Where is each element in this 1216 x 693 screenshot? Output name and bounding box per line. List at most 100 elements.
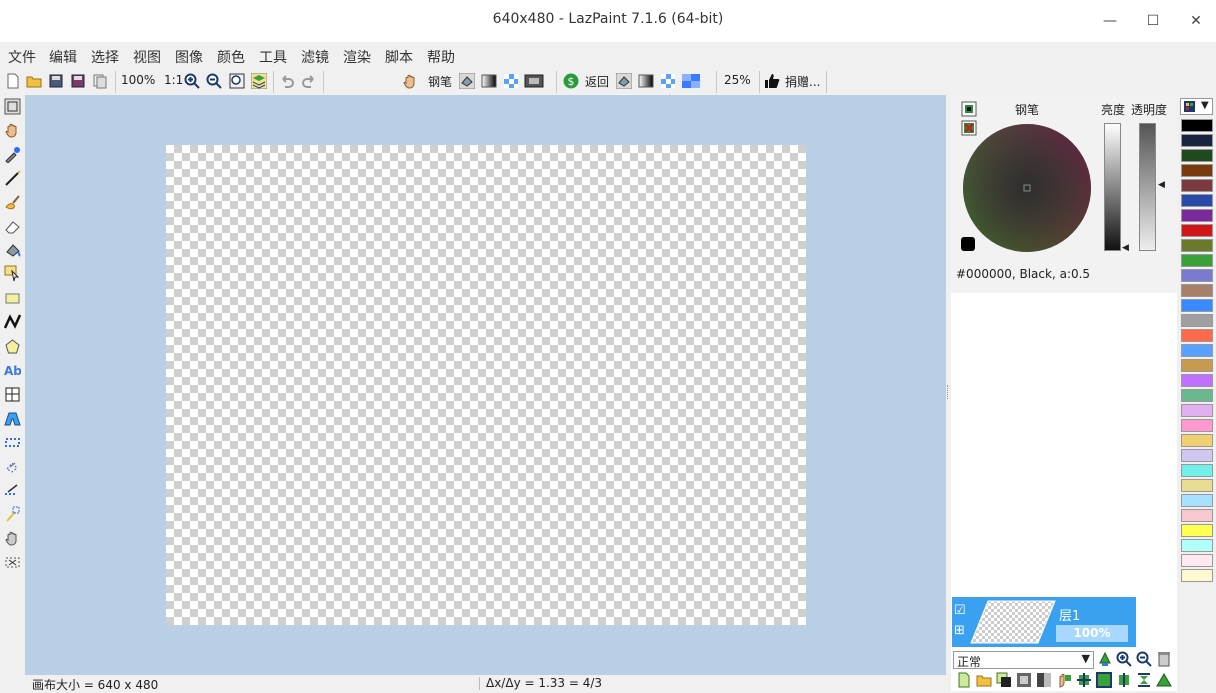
rotate-layer-icon[interactable] bbox=[1076, 672, 1092, 688]
menu-tools[interactable]: 工具 bbox=[259, 47, 287, 67]
palette-swatch[interactable] bbox=[1181, 149, 1213, 162]
menu-image[interactable]: 图像 bbox=[175, 47, 203, 67]
palette-swatch[interactable] bbox=[1181, 389, 1213, 402]
flip-horizontal-icon[interactable] bbox=[1096, 672, 1112, 688]
image-canvas[interactable] bbox=[166, 145, 806, 625]
polygon-tool-icon[interactable] bbox=[4, 338, 21, 355]
shape-icon[interactable] bbox=[524, 73, 544, 89]
text-tool-icon[interactable]: Ab bbox=[4, 362, 21, 379]
menu-help[interactable]: 帮助 bbox=[427, 47, 455, 67]
layer-grid-icon[interactable]: ⊞ bbox=[954, 623, 965, 638]
palette-menu-button[interactable]: ▼ bbox=[1180, 98, 1213, 115]
palette-swatch[interactable] bbox=[1181, 284, 1213, 297]
palette-swatch[interactable] bbox=[1181, 254, 1213, 267]
color-wheel[interactable] bbox=[962, 123, 1092, 253]
palette-swatch[interactable] bbox=[1181, 329, 1213, 342]
palette-swatch[interactable] bbox=[1181, 374, 1213, 387]
palette-swatch[interactable] bbox=[1181, 299, 1213, 312]
menu-render[interactable]: 渲染 bbox=[343, 47, 371, 67]
layer-mask-icon[interactable] bbox=[1056, 672, 1072, 688]
palette-swatch[interactable] bbox=[1181, 359, 1213, 372]
eraser-tool-icon[interactable] bbox=[4, 218, 21, 235]
select-hand-tool-icon[interactable] bbox=[4, 530, 21, 547]
select-brush-tool-icon[interactable] bbox=[4, 506, 21, 523]
minimize-button[interactable]: — bbox=[1099, 10, 1121, 32]
palette-swatch[interactable] bbox=[1181, 119, 1213, 132]
palette-swatch[interactable] bbox=[1181, 134, 1213, 147]
gradient-icon[interactable] bbox=[481, 73, 497, 89]
hand-icon[interactable] bbox=[402, 73, 418, 89]
fill-pen-icon[interactable] bbox=[459, 73, 475, 89]
deselect-tool-icon[interactable] bbox=[4, 554, 21, 571]
magic-wand-select-icon[interactable] bbox=[4, 458, 21, 475]
blend-mode-select[interactable]: 正常 ▼ bbox=[953, 651, 1094, 669]
tolerance-value[interactable]: 25% bbox=[724, 73, 751, 87]
maximize-button[interactable]: ☐ bbox=[1142, 10, 1164, 32]
brush-tool-icon[interactable] bbox=[4, 194, 21, 211]
palette-swatch[interactable] bbox=[1181, 464, 1213, 477]
palette-swatch[interactable] bbox=[1181, 314, 1213, 327]
texture-icon[interactable] bbox=[660, 73, 676, 89]
opacity-marker-icon[interactable]: ◀ bbox=[1158, 180, 1165, 190]
layer-visible-checkbox-icon[interactable]: ☑ bbox=[954, 603, 966, 618]
hand-tool-icon[interactable] bbox=[4, 122, 21, 139]
palette-swatch[interactable] bbox=[1181, 194, 1213, 207]
new-file-icon[interactable] bbox=[5, 73, 21, 89]
palette-swatch[interactable] bbox=[1181, 419, 1213, 432]
resize-layer-icon[interactable] bbox=[1136, 672, 1152, 688]
zoom-in-icon[interactable] bbox=[184, 73, 200, 89]
palette-swatch[interactable] bbox=[1181, 239, 1213, 252]
layer-item[interactable]: ☑ ⊞ 层1 100% bbox=[952, 597, 1136, 647]
menu-color[interactable]: 颜色 bbox=[217, 47, 245, 67]
palette-swatch[interactable] bbox=[1181, 269, 1213, 282]
delete-layer-icon[interactable] bbox=[1156, 651, 1172, 667]
menu-file[interactable]: 文件 bbox=[8, 47, 36, 67]
duplicate-layer-icon[interactable] bbox=[996, 672, 1012, 688]
layers-icon[interactable] bbox=[251, 73, 267, 89]
zoom-out-icon[interactable] bbox=[206, 73, 222, 89]
pattern-icon[interactable] bbox=[681, 73, 701, 89]
texture-icon[interactable] bbox=[503, 73, 519, 89]
thumbs-up-icon[interactable] bbox=[764, 73, 780, 89]
edit-shape-tool-icon[interactable] bbox=[4, 265, 21, 282]
palette-swatch[interactable] bbox=[1181, 449, 1213, 462]
layer-opacity[interactable]: 100% bbox=[1056, 625, 1128, 642]
palette-swatch[interactable] bbox=[1181, 404, 1213, 417]
select-rect-tool-icon[interactable] bbox=[4, 434, 21, 451]
brightness-slider[interactable] bbox=[1104, 123, 1121, 251]
palette-swatch[interactable] bbox=[1181, 179, 1213, 192]
palette-swatch[interactable] bbox=[1181, 344, 1213, 357]
gradient-icon[interactable] bbox=[638, 73, 654, 89]
donate-button[interactable]: 捐赠... bbox=[785, 73, 820, 90]
open-folder-icon[interactable] bbox=[26, 73, 42, 89]
palette-swatch[interactable] bbox=[1181, 569, 1213, 582]
color-picker-tool-icon[interactable] bbox=[4, 146, 21, 163]
current-color-swatch[interactable] bbox=[961, 237, 975, 251]
undo-icon[interactable] bbox=[279, 73, 295, 89]
open-layer-icon[interactable] bbox=[976, 672, 992, 688]
menu-edit[interactable]: 编辑 bbox=[49, 47, 77, 67]
palette-swatch[interactable] bbox=[1181, 434, 1213, 447]
fill-icon[interactable] bbox=[616, 73, 632, 89]
redo-icon[interactable] bbox=[301, 73, 317, 89]
menu-view[interactable]: 视图 bbox=[133, 47, 161, 67]
swap-colors-icon[interactable] bbox=[961, 101, 977, 117]
flatten-icon[interactable] bbox=[1036, 672, 1052, 688]
brightness-marker-icon[interactable]: ◀ bbox=[1122, 243, 1129, 253]
pen-tool-icon[interactable] bbox=[4, 170, 21, 187]
zoom-level[interactable]: 100% bbox=[121, 73, 155, 87]
flip-vertical-icon[interactable] bbox=[1116, 672, 1132, 688]
copy-document-icon[interactable] bbox=[92, 73, 108, 89]
palette-swatch[interactable] bbox=[1181, 164, 1213, 177]
menu-script[interactable]: 脚本 bbox=[385, 47, 413, 67]
back-label[interactable]: 返回 bbox=[585, 73, 609, 90]
palette-swatch[interactable] bbox=[1181, 479, 1213, 492]
palette-swatch[interactable] bbox=[1181, 494, 1213, 507]
save-as-icon[interactable] bbox=[70, 73, 86, 89]
curve-tool-icon[interactable] bbox=[4, 313, 21, 330]
save-icon[interactable] bbox=[48, 73, 64, 89]
new-layer-icon[interactable] bbox=[956, 672, 972, 688]
palette-swatch[interactable] bbox=[1181, 554, 1213, 567]
menu-select[interactable]: 选择 bbox=[91, 47, 119, 67]
zoom-fit-icon[interactable] bbox=[229, 73, 245, 89]
